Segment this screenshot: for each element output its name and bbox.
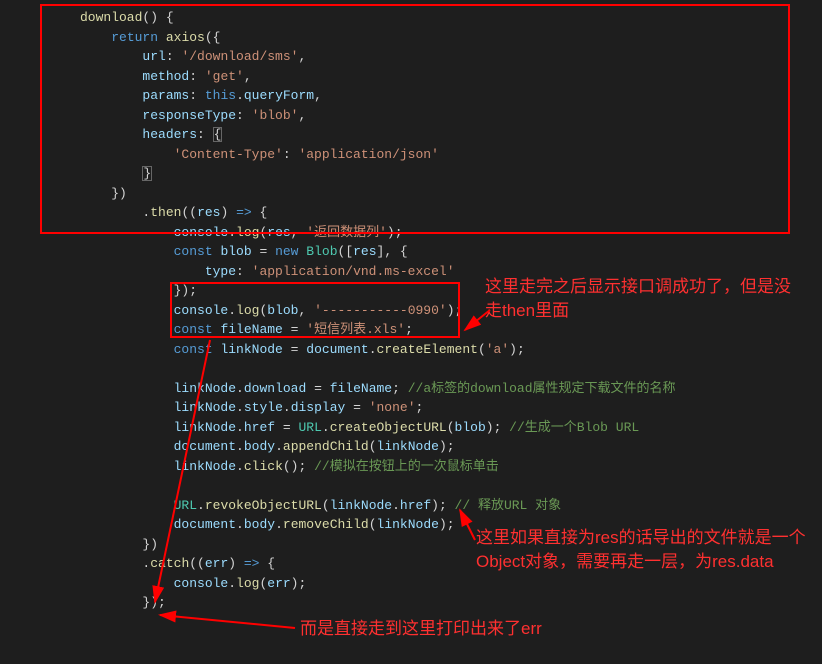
bracket-highlight: { (213, 127, 223, 142)
annotation-3: 而是直接走到这里打印出来了err (300, 617, 700, 641)
code-editor[interactable]: download() { return axios({ url: '/downl… (0, 0, 822, 621)
bracket-highlight: } (142, 166, 152, 181)
code-token: download (80, 10, 142, 25)
